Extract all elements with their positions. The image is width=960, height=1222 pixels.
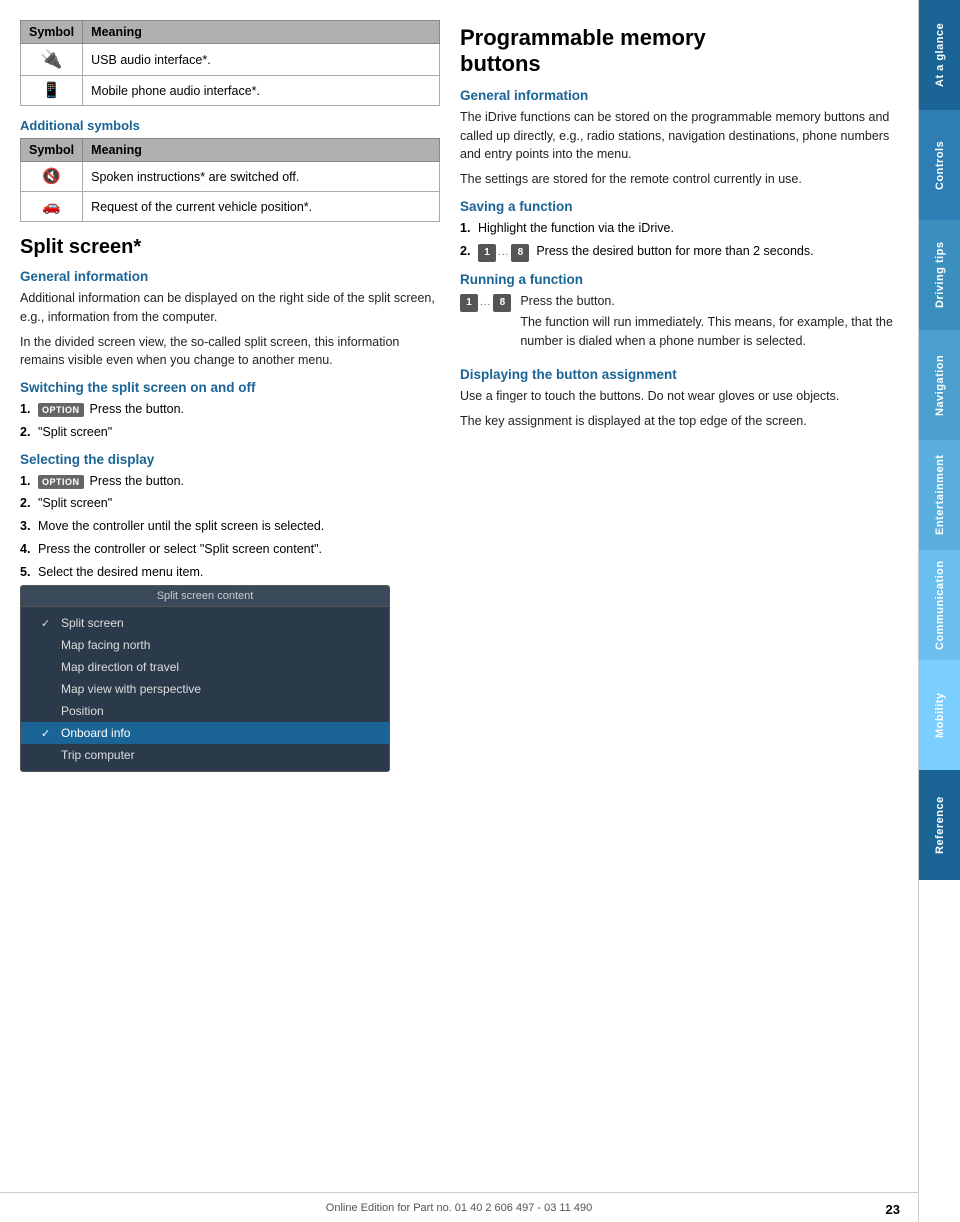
symbol-cell: 🔇 bbox=[21, 162, 83, 192]
general-info-text-1: Additional information can be displayed … bbox=[20, 289, 440, 327]
symbol-cell: 📱 bbox=[21, 76, 83, 106]
sidebar-tab-entertainment[interactable]: Entertainment bbox=[919, 440, 960, 550]
running-title: Running a function bbox=[460, 272, 893, 287]
menu-item-map-perspective: Map view with perspective bbox=[21, 678, 389, 700]
option-button-icon-2: OPTION bbox=[38, 475, 84, 489]
right-column: Programmable memory buttons General info… bbox=[460, 20, 893, 1202]
further-step-4: 4. Press the controller or select "Split… bbox=[20, 540, 440, 559]
empty-icon-5 bbox=[41, 749, 55, 761]
empty-icon-2 bbox=[41, 661, 55, 673]
switching-title: Switching the split screen on and off bbox=[20, 380, 440, 395]
right-general-info-text-2: The settings are stored for the remote c… bbox=[460, 170, 893, 189]
sidebar-tab-navigation[interactable]: Navigation bbox=[919, 330, 960, 440]
additional-symbols-label: Additional symbols bbox=[20, 118, 440, 133]
split-screen-menu-list: ✓ Split screen Map facing north Map dire… bbox=[21, 607, 389, 771]
usb-icon: 🔌 bbox=[40, 49, 62, 70]
displaying-text-1: Use a finger to touch the buttons. Do no… bbox=[460, 387, 893, 406]
sidebar: At a glance Controls Driving tips Naviga… bbox=[918, 0, 960, 1222]
left-column: Symbol Meaning 🔌 USB audio interface*. 📱 bbox=[20, 20, 440, 1202]
symbol-table-1: Symbol Meaning 🔌 USB audio interface*. 📱 bbox=[20, 20, 440, 106]
general-info-text-2: In the divided screen view, the so-calle… bbox=[20, 333, 440, 371]
mem-button-icon-run: 1 ... 8 bbox=[460, 294, 511, 312]
meaning-col-header: Meaning bbox=[83, 139, 440, 162]
page-footer: Online Edition for Part no. 01 40 2 606 … bbox=[0, 1192, 918, 1222]
meaning-cell: Request of the current vehicle position*… bbox=[83, 192, 440, 222]
programmable-memory-title: Programmable memory buttons bbox=[460, 25, 893, 78]
car-icon: 🚗 bbox=[42, 197, 61, 215]
split-screen-title: Split screen* bbox=[20, 236, 440, 259]
right-general-info-title: General information bbox=[460, 88, 893, 103]
phone-icon: 📱 bbox=[42, 81, 61, 99]
saving-step-2: 2. 1 ... 8 Press the desired button for … bbox=[460, 242, 893, 262]
running-text-2: The function will run immediately. This … bbox=[520, 313, 893, 351]
displaying-text-2: The key assignment is displayed at the t… bbox=[460, 412, 893, 431]
mute-icon: 🔇 bbox=[42, 167, 61, 185]
meaning-col-header: Meaning bbox=[83, 21, 440, 44]
meaning-cell: Mobile phone audio interface*. bbox=[83, 76, 440, 106]
split-screen-menu-header: Split screen content bbox=[21, 586, 389, 607]
sidebar-tab-controls[interactable]: Controls bbox=[919, 110, 960, 220]
meaning-cell: Spoken instructions* are switched off. bbox=[83, 162, 440, 192]
symbol-cell: 🚗 bbox=[21, 192, 83, 222]
switching-step-2: 2. "Split screen" bbox=[20, 423, 440, 442]
selecting-title: Selecting the display bbox=[20, 452, 440, 467]
mem-button-icon: 1 ... 8 bbox=[478, 244, 529, 262]
check-icon: ✓ bbox=[41, 617, 55, 630]
empty-icon-4 bbox=[41, 705, 55, 717]
running-text-1: Press the button. bbox=[520, 292, 893, 311]
selecting-step-2: 2. "Split screen" bbox=[20, 494, 440, 513]
table-row: 🔇 Spoken instructions* are switched off. bbox=[21, 162, 440, 192]
running-function-block: 1 ... 8 Press the button. The function w… bbox=[460, 292, 893, 357]
displaying-title: Displaying the button assignment bbox=[460, 367, 893, 382]
check-icon-2: ✓ bbox=[41, 727, 55, 740]
general-info-title-left: General information bbox=[20, 269, 440, 284]
table-row: 📱 Mobile phone audio interface*. bbox=[21, 76, 440, 106]
page-container: Symbol Meaning 🔌 USB audio interface*. 📱 bbox=[0, 0, 960, 1222]
table-row: 🚗 Request of the current vehicle positio… bbox=[21, 192, 440, 222]
option-button-icon: OPTION bbox=[38, 403, 84, 417]
saving-step-1: 1. Highlight the function via the iDrive… bbox=[460, 219, 893, 238]
menu-item-map-north: Map facing north bbox=[21, 634, 389, 656]
saving-title: Saving a function bbox=[460, 199, 893, 214]
sidebar-tab-communication[interactable]: Communication bbox=[919, 550, 960, 660]
symbol-cell: 🔌 bbox=[21, 44, 83, 76]
symbol-col-header: Symbol bbox=[21, 139, 83, 162]
table-row: 🔌 USB audio interface*. bbox=[21, 44, 440, 76]
symbol-table-2: Symbol Meaning 🔇 Spoken instructions* ar… bbox=[20, 138, 440, 222]
menu-item-onboard-info: ✓ Onboard info bbox=[21, 722, 389, 744]
menu-item-split-screen: ✓ Split screen bbox=[21, 612, 389, 634]
right-general-info-text-1: The iDrive functions can be stored on th… bbox=[460, 108, 893, 164]
sidebar-tab-mobility[interactable]: Mobility bbox=[919, 660, 960, 770]
page-number: 23 bbox=[886, 1202, 900, 1217]
sidebar-tab-reference[interactable]: Reference bbox=[919, 770, 960, 880]
menu-item-map-direction: Map direction of travel bbox=[21, 656, 389, 678]
selecting-step-1: 1. OPTION Press the button. bbox=[20, 472, 440, 491]
further-step-5: 5. Select the desired menu item. bbox=[20, 563, 440, 582]
menu-item-trip-computer: Trip computer bbox=[21, 744, 389, 766]
switching-step-1: 1. OPTION Press the button. bbox=[20, 400, 440, 419]
meaning-cell: USB audio interface*. bbox=[83, 44, 440, 76]
empty-icon-3 bbox=[41, 683, 55, 695]
symbol-col-header: Symbol bbox=[21, 21, 83, 44]
split-screen-menu-image: Split screen content ✓ Split screen Map … bbox=[20, 585, 390, 772]
sidebar-tab-driving-tips[interactable]: Driving tips bbox=[919, 220, 960, 330]
footer-text: Online Edition for Part no. 01 40 2 606 … bbox=[326, 1202, 592, 1214]
sidebar-tab-at-a-glance[interactable]: At a glance bbox=[919, 0, 960, 110]
empty-icon bbox=[41, 639, 55, 651]
main-content: Symbol Meaning 🔌 USB audio interface*. 📱 bbox=[0, 0, 918, 1222]
menu-item-position: Position bbox=[21, 700, 389, 722]
selecting-step-3: 3. Move the controller until the split s… bbox=[20, 517, 440, 536]
